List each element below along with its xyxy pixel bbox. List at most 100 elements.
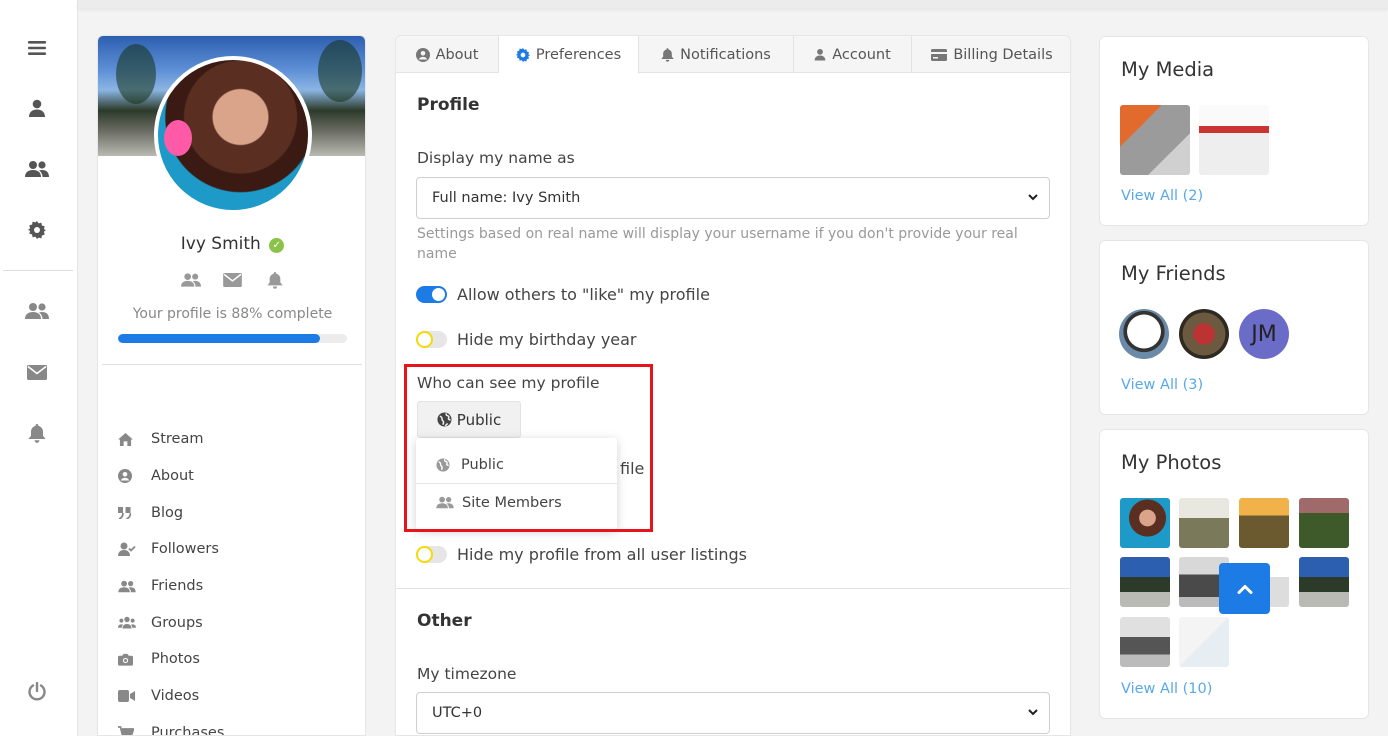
display-name-hint: Settings based on real name will display… bbox=[417, 226, 1018, 262]
profile-nav-item-videos[interactable]: Videos bbox=[118, 678, 358, 715]
profile-nav-label: About bbox=[151, 468, 194, 485]
hide-listings-label: Hide my profile from all user listings bbox=[457, 545, 747, 564]
profile-nav-label: Videos bbox=[151, 688, 200, 705]
profile-nav-label: Stream bbox=[151, 431, 204, 448]
profile-nav-label: Groups bbox=[151, 614, 203, 631]
quote-icon bbox=[118, 506, 151, 519]
profile-nav-item-followers[interactable]: Followers bbox=[118, 531, 358, 568]
tab-label: About bbox=[435, 46, 479, 63]
bell-icon[interactable] bbox=[24, 420, 50, 446]
visibility-dropdown: Public Site Members bbox=[416, 438, 617, 530]
profile-nav-label: Friends bbox=[151, 578, 204, 595]
timezone-select[interactable]: UTC+0 bbox=[416, 692, 1050, 734]
envelope-icon[interactable] bbox=[24, 359, 50, 385]
display-name-label: Display my name as bbox=[417, 149, 575, 167]
profile-completion-text: Your profile is 88% complete bbox=[132, 306, 333, 322]
globe-icon bbox=[437, 412, 452, 427]
photo-thumbnail[interactable] bbox=[1299, 557, 1349, 607]
settings-panel: About Preferences Notifications Account … bbox=[395, 35, 1071, 736]
photo-thumbnail[interactable] bbox=[1179, 617, 1229, 667]
hide-birthday-row: Hide my birthday year bbox=[416, 330, 637, 349]
display-name-value: Full name: Ivy Smith bbox=[432, 190, 581, 206]
widget-title: My Media bbox=[1121, 58, 1215, 81]
profile-nav-item-blog[interactable]: Blog bbox=[118, 494, 358, 531]
profile-nav-item-groups[interactable]: Groups bbox=[118, 604, 358, 641]
photo-thumbnail[interactable] bbox=[1120, 617, 1170, 667]
credit-card-icon bbox=[931, 48, 948, 61]
scroll-to-top-button[interactable] bbox=[1219, 563, 1270, 614]
photo-thumbnail[interactable] bbox=[1239, 498, 1289, 548]
home-icon bbox=[118, 432, 151, 446]
chevron-up-icon bbox=[1237, 584, 1252, 594]
tab-label: Account bbox=[832, 46, 891, 63]
friend-avatar[interactable] bbox=[1179, 309, 1229, 359]
widget-title: My Photos bbox=[1121, 451, 1222, 474]
photo-thumbnail[interactable] bbox=[1299, 498, 1349, 548]
photo-thumbnail[interactable] bbox=[1179, 498, 1229, 548]
tab-about[interactable]: About bbox=[396, 36, 499, 73]
tab-label: Billing Details bbox=[953, 46, 1053, 63]
view-all-photos-link[interactable]: View All (10) bbox=[1121, 681, 1212, 697]
hide-listings-toggle[interactable] bbox=[416, 546, 447, 563]
profile-nav: Stream About Blog Followers Friends Groups Pho… bbox=[118, 421, 358, 735]
media-thumbnail[interactable] bbox=[1120, 105, 1190, 175]
tab-billing-details[interactable]: Billing Details bbox=[912, 36, 1070, 73]
display-name-select[interactable]: Full name: Ivy Smith bbox=[416, 177, 1050, 219]
menu-icon[interactable] bbox=[24, 35, 50, 61]
allow-like-row: Allow others to "like" my profile bbox=[416, 285, 710, 304]
visibility-value: Public bbox=[456, 410, 502, 429]
media-thumbnail[interactable] bbox=[1199, 105, 1269, 175]
user-check-icon bbox=[118, 542, 151, 557]
profile-nav-item-about[interactable]: About bbox=[118, 458, 358, 495]
top-bar bbox=[78, 0, 1388, 8]
profile-section-title: Profile bbox=[417, 95, 480, 115]
other-section-title: Other bbox=[417, 611, 472, 631]
option-label: Public bbox=[461, 457, 504, 473]
profile-actions bbox=[98, 270, 365, 290]
gear-icon[interactable] bbox=[24, 217, 50, 243]
allow-like-label: Allow others to "like" my profile bbox=[457, 285, 710, 304]
profile-nav-item-photos[interactable]: Photos bbox=[118, 641, 358, 678]
avatar[interactable] bbox=[154, 56, 312, 214]
user-circle-icon bbox=[415, 47, 430, 62]
tab-account[interactable]: Account bbox=[794, 36, 912, 73]
profile-name-row: Ivy Smith ✓ bbox=[98, 234, 365, 254]
gear-icon bbox=[515, 47, 530, 62]
allow-like-toggle[interactable] bbox=[416, 286, 447, 303]
profile-completion-fill bbox=[118, 334, 320, 343]
settings-tabs: About Preferences Notifications Account … bbox=[396, 36, 1070, 74]
hide-birthday-toggle[interactable] bbox=[416, 331, 447, 348]
friend-avatar[interactable] bbox=[1119, 309, 1169, 359]
tab-notifications[interactable]: Notifications bbox=[639, 36, 794, 73]
friends-icon[interactable] bbox=[24, 298, 50, 324]
power-icon[interactable] bbox=[24, 678, 50, 704]
users-icon bbox=[436, 496, 454, 509]
rail-divider bbox=[3, 270, 73, 271]
bell-icon[interactable] bbox=[265, 270, 285, 290]
chevron-down-icon bbox=[1028, 709, 1038, 716]
users-icon bbox=[118, 580, 151, 593]
profile-name[interactable]: Ivy Smith bbox=[181, 234, 261, 254]
profile-nav-item-purchases[interactable]: Purchases bbox=[118, 715, 358, 735]
photo-thumbnail[interactable] bbox=[1120, 557, 1170, 607]
message-icon[interactable] bbox=[223, 270, 243, 290]
view-all-media-link[interactable]: View All (2) bbox=[1121, 188, 1203, 204]
profile-nav-item-friends[interactable]: Friends bbox=[118, 568, 358, 605]
widget-title: My Friends bbox=[1121, 262, 1226, 285]
bell-icon bbox=[661, 47, 674, 62]
profile-nav-item-stream[interactable]: Stream bbox=[118, 421, 358, 458]
view-all-friends-link[interactable]: View All (3) bbox=[1121, 377, 1203, 393]
photo-thumbnail[interactable] bbox=[1120, 498, 1170, 548]
user-circle-icon bbox=[118, 469, 151, 484]
visibility-option-public[interactable]: Public bbox=[416, 447, 617, 484]
visibility-option-site-members[interactable]: Site Members bbox=[416, 484, 617, 521]
tab-preferences[interactable]: Preferences bbox=[499, 36, 639, 74]
add-friend-icon[interactable] bbox=[180, 270, 201, 290]
profile-card: Ivy Smith ✓ Your profile is 88% complete… bbox=[97, 35, 366, 736]
visibility-button[interactable]: Public bbox=[417, 401, 521, 438]
users-icon[interactable] bbox=[24, 156, 50, 182]
user-icon[interactable] bbox=[24, 95, 50, 121]
friend-avatar-initials[interactable]: JM bbox=[1239, 309, 1289, 359]
verified-icon: ✓ bbox=[269, 238, 285, 253]
video-icon bbox=[118, 690, 151, 703]
